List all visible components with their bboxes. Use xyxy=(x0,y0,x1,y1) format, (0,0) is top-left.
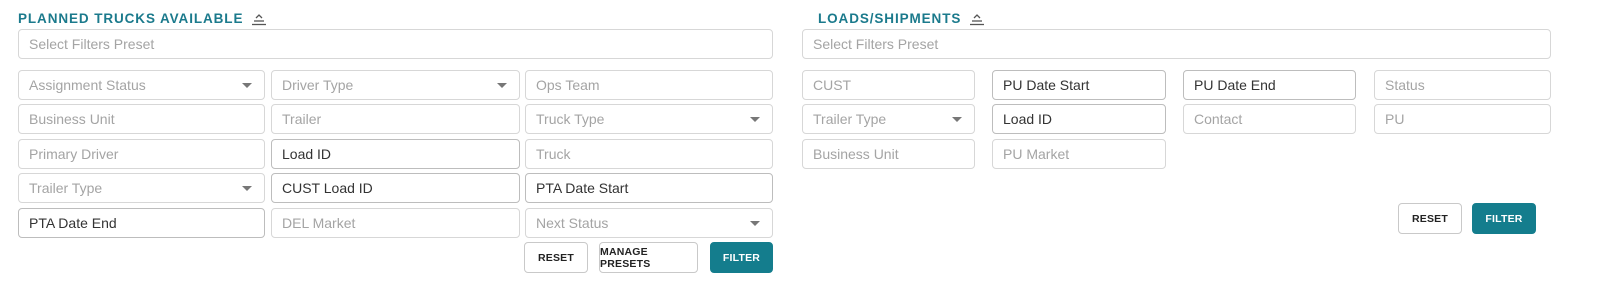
next-status-label: Next Status xyxy=(536,215,609,231)
pta-date-start-label: PTA Date Start xyxy=(536,180,629,196)
business-unit-input[interactable]: Business Unit xyxy=(802,139,975,169)
chevron-down-icon xyxy=(242,186,252,191)
pta-date-start-input[interactable]: PTA Date Start xyxy=(525,173,773,203)
load-id-input[interactable]: Load ID xyxy=(992,104,1166,134)
contact-placeholder: Contact xyxy=(1194,111,1243,127)
status-placeholder: Status xyxy=(1385,77,1425,93)
load-id-label: Load ID xyxy=(282,146,332,162)
chevron-down-icon xyxy=(497,83,507,88)
business-unit-input[interactable]: Business Unit xyxy=(18,104,265,134)
ops-team-input[interactable]: Ops Team xyxy=(525,70,773,100)
trailer-type-label: Trailer Type xyxy=(29,180,103,196)
reset-button[interactable]: RESET xyxy=(524,242,588,273)
del-market-placeholder: DEL Market xyxy=(282,215,356,231)
cust-load-id-input[interactable]: CUST Load ID xyxy=(271,173,520,203)
panel-title: PLANNED TRUCKS AVAILABLE xyxy=(18,11,244,26)
trailer-input[interactable]: Trailer xyxy=(271,104,520,134)
trailer-type-select[interactable]: Trailer Type xyxy=(18,173,265,203)
pta-date-end-label: PTA Date End xyxy=(29,215,117,231)
pu-market-placeholder: PU Market xyxy=(1003,146,1070,162)
chevron-down-icon xyxy=(242,83,252,88)
filters-preset-placeholder: Select Filters Preset xyxy=(813,36,939,52)
cust-load-id-label: CUST Load ID xyxy=(282,180,373,196)
cust-placeholder: CUST xyxy=(813,77,852,93)
truck-input[interactable]: Truck xyxy=(525,139,773,169)
cust-input[interactable]: CUST xyxy=(802,70,975,100)
load-id-label: Load ID xyxy=(1003,111,1053,127)
truck-placeholder: Truck xyxy=(536,146,571,162)
pu-input[interactable]: PU xyxy=(1374,104,1551,134)
manage-presets-button[interactable]: MANAGE PRESETS xyxy=(599,242,698,273)
pu-date-start-label: PU Date Start xyxy=(1003,77,1090,93)
chevron-down-icon xyxy=(750,117,760,122)
truck-type-label: Truck Type xyxy=(536,111,605,127)
driver-type-select[interactable]: Driver Type xyxy=(271,70,520,100)
collapse-icon[interactable] xyxy=(251,12,267,26)
business-unit-placeholder: Business Unit xyxy=(29,111,115,127)
filter-button[interactable]: FILTER xyxy=(1472,203,1536,234)
next-status-select[interactable]: Next Status xyxy=(525,208,773,238)
status-input[interactable]: Status xyxy=(1374,70,1551,100)
collapse-icon[interactable] xyxy=(969,12,985,26)
pu-market-input[interactable]: PU Market xyxy=(992,139,1166,169)
pu-placeholder: PU xyxy=(1385,111,1405,127)
del-market-input[interactable]: DEL Market xyxy=(271,208,520,238)
filters-preset-select[interactable]: Select Filters Preset xyxy=(18,29,773,59)
trailer-type-select[interactable]: Trailer Type xyxy=(802,104,975,134)
driver-type-label: Driver Type xyxy=(282,77,354,93)
loads-shipments-panel: LOADS/SHIPMENTS Select Filters Preset CU… xyxy=(802,0,1584,234)
pu-date-end-label: PU Date End xyxy=(1194,77,1276,93)
pu-date-end-input[interactable]: PU Date End xyxy=(1183,70,1356,100)
truck-type-select[interactable]: Truck Type xyxy=(525,104,773,134)
contact-input[interactable]: Contact xyxy=(1183,104,1356,134)
filter-button[interactable]: FILTER xyxy=(710,242,773,273)
planned-trucks-panel: PLANNED TRUCKS AVAILABLE Select Filters … xyxy=(18,0,790,273)
business-unit-placeholder: Business Unit xyxy=(813,146,899,162)
filters-preset-placeholder: Select Filters Preset xyxy=(29,36,155,52)
primary-driver-input[interactable]: Primary Driver xyxy=(18,139,265,169)
reset-button[interactable]: RESET xyxy=(1398,203,1462,234)
ops-team-placeholder: Ops Team xyxy=(536,77,600,93)
pta-date-end-input[interactable]: PTA Date End xyxy=(18,208,265,238)
trailer-placeholder: Trailer xyxy=(282,111,322,127)
panel-title: LOADS/SHIPMENTS xyxy=(818,11,962,26)
assignment-status-label: Assignment Status xyxy=(29,77,146,93)
pu-date-start-input[interactable]: PU Date Start xyxy=(992,70,1166,100)
assignment-status-select[interactable]: Assignment Status xyxy=(18,70,265,100)
chevron-down-icon xyxy=(952,117,962,122)
chevron-down-icon xyxy=(750,221,760,226)
trailer-type-label: Trailer Type xyxy=(813,111,887,127)
filters-preset-select[interactable]: Select Filters Preset xyxy=(802,29,1551,59)
load-id-input[interactable]: Load ID xyxy=(271,139,520,169)
primary-driver-placeholder: Primary Driver xyxy=(29,146,119,162)
